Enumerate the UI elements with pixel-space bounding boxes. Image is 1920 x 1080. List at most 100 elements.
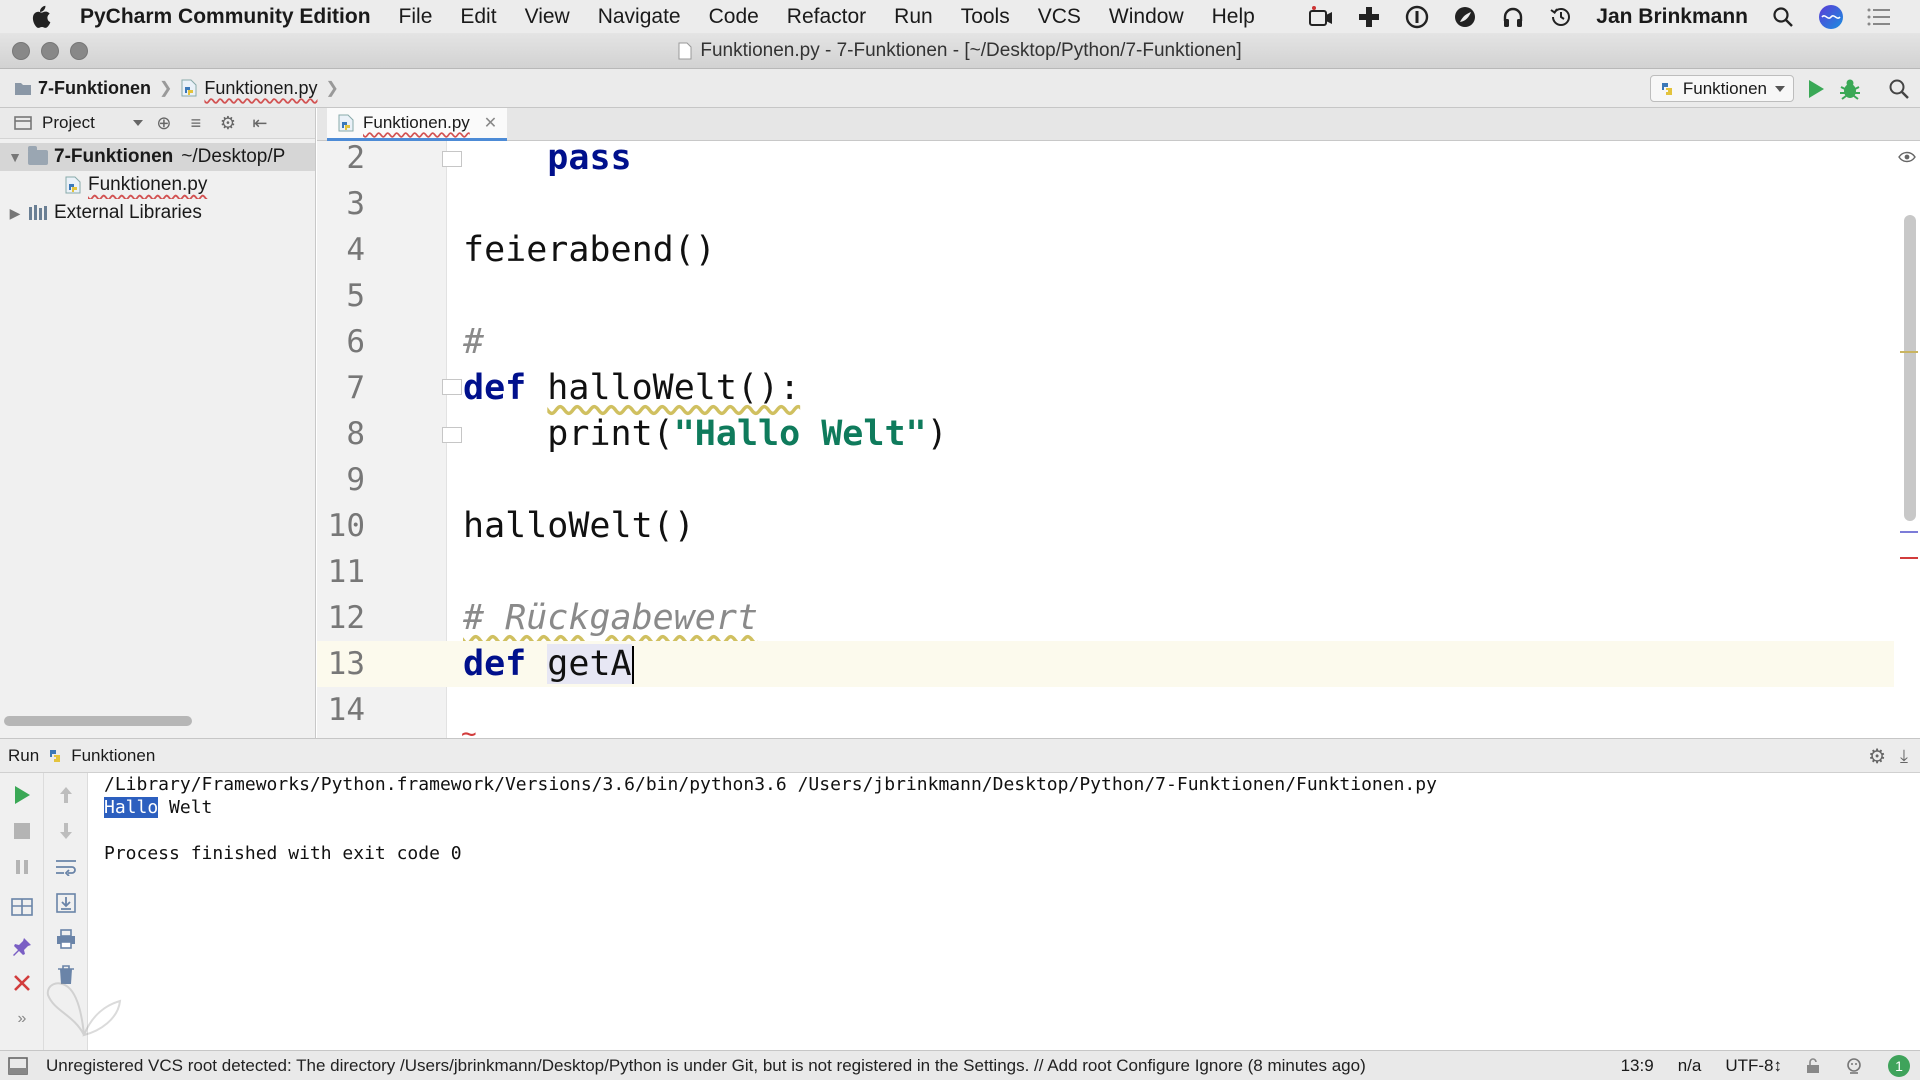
collapse-all-icon[interactable]: ≡ [185, 112, 207, 134]
menu-help[interactable]: Help [1198, 5, 1269, 29]
tab-funktionen-py[interactable]: Funktionen.py ✕ [327, 108, 508, 141]
pause-icon[interactable] [8, 853, 36, 881]
fold-marker[interactable] [442, 427, 462, 443]
gear-icon[interactable]: ⚙ [1868, 744, 1886, 769]
code-line[interactable]: 6 # [317, 319, 1920, 365]
hide-panel-icon[interactable]: ⇤ [249, 112, 271, 134]
console-output[interactable]: /Library/Frameworks/Python.framework/Ver… [104, 773, 1920, 1050]
run-configuration-label: Funktionen [1682, 78, 1767, 98]
menu-code[interactable]: Code [695, 5, 773, 29]
line-separator[interactable]: n/a [1678, 1056, 1702, 1076]
menu-tools[interactable]: Tools [947, 5, 1024, 29]
arrow-down-icon[interactable] [52, 817, 80, 845]
inspector-icon[interactable] [1844, 1056, 1864, 1076]
siri-icon[interactable] [1818, 4, 1844, 30]
password-manager-icon[interactable] [1404, 4, 1430, 30]
code-editor[interactable]: 2 pass 3 4 feierabend() 5 6 # 7 def hall… [317, 141, 1920, 738]
gear-icon[interactable]: ⚙ [217, 112, 239, 134]
keyword-pass: pass [547, 141, 632, 178]
menu-view[interactable]: View [511, 5, 584, 29]
run-config-name[interactable]: Funktionen [71, 746, 155, 766]
project-view-label[interactable]: Project [42, 113, 95, 133]
breadcrumb-project[interactable]: 7-Funktionen [14, 78, 151, 99]
expanded-arrow-icon[interactable]: ▼ [6, 149, 24, 165]
lock-icon[interactable] [1806, 1058, 1820, 1074]
warning-stripe-mark[interactable] [1900, 351, 1918, 353]
pin-icon[interactable] [8, 933, 36, 961]
code-line[interactable]: 14 [317, 687, 1920, 733]
chevron-down-icon [1775, 85, 1785, 93]
run-icon[interactable] [1806, 78, 1826, 100]
debug-icon[interactable] [1838, 77, 1862, 101]
user-name[interactable]: Jan Brinkmann [1596, 5, 1748, 29]
code-line[interactable]: 12 # Rückgabewert [317, 595, 1920, 641]
menu-window[interactable]: Window [1095, 5, 1198, 29]
menu-refactor[interactable]: Refactor [773, 5, 880, 29]
code-line[interactable]: 9 [317, 457, 1920, 503]
error-stripe[interactable] [1894, 141, 1920, 738]
vertical-scrollbar[interactable] [1904, 215, 1916, 521]
scroll-from-source-icon[interactable]: ⊕ [153, 112, 175, 134]
code-line[interactable]: 8 print("Hallo Welt") [317, 411, 1920, 457]
spotlight-search-icon[interactable] [1770, 4, 1796, 30]
tree-item-external-libraries[interactable]: ▶ External Libraries [0, 199, 315, 227]
usage-stripe-mark[interactable] [1900, 531, 1918, 533]
notification-center-icon[interactable] [1866, 4, 1892, 30]
file-encoding[interactable]: UTF-8↕ [1725, 1056, 1782, 1076]
code-comment: # [463, 322, 485, 362]
console-text: Welt [158, 797, 213, 818]
chevron-down-icon[interactable] [132, 119, 143, 127]
hide-panel-icon[interactable]: ⤓ [1900, 746, 1908, 767]
code-line[interactable]: 11 [317, 549, 1920, 595]
code-line[interactable]: 10 halloWelt() [317, 503, 1920, 549]
leaf-icon[interactable] [1452, 4, 1478, 30]
more-actions-icon[interactable]: » [8, 1005, 36, 1033]
code-line[interactable]: 4 feierabend() [317, 227, 1920, 273]
run-configuration-select[interactable]: Funktionen [1649, 75, 1794, 102]
collapsed-arrow-icon[interactable]: ▶ [6, 205, 24, 222]
arrow-up-icon[interactable] [52, 781, 80, 809]
breadcrumb-file[interactable]: Funktionen.py [180, 78, 317, 99]
apple-icon[interactable] [0, 5, 80, 29]
error-stripe-mark[interactable] [1900, 557, 1918, 559]
stop-icon[interactable] [8, 817, 36, 845]
keyword-def: def [463, 368, 527, 408]
video-recorder-icon[interactable] [1308, 4, 1334, 30]
search-everywhere-icon[interactable] [1888, 78, 1910, 100]
status-bar: Unregistered VCS root detected: The dire… [0, 1050, 1920, 1080]
time-machine-icon[interactable] [1548, 4, 1574, 30]
code-line[interactable]: 2 pass [317, 141, 1920, 181]
close-icon[interactable]: ✕ [484, 113, 497, 133]
fold-marker[interactable] [442, 379, 462, 395]
headphones-icon[interactable] [1500, 4, 1526, 30]
tool-windows-icon[interactable] [8, 1056, 28, 1076]
window-title-bar: Funktionen.py - 7-Funktionen - [~/Deskto… [0, 33, 1920, 69]
tree-item-file[interactable]: Funktionen.py [0, 171, 315, 199]
close-icon[interactable] [8, 969, 36, 997]
horizontal-scrollbar[interactable] [4, 716, 192, 726]
status-message[interactable]: Unregistered VCS root detected: The dire… [46, 1056, 1426, 1076]
code-line[interactable]: 7 def halloWelt(): [317, 365, 1920, 411]
app-name[interactable]: PyCharm Community Edition [80, 5, 371, 29]
soft-wrap-icon[interactable] [52, 853, 80, 881]
fold-marker[interactable] [442, 151, 462, 167]
caret-position[interactable]: 13:9 [1621, 1056, 1654, 1076]
scroll-to-end-icon[interactable] [52, 889, 80, 917]
menu-navigate[interactable]: Navigate [584, 5, 695, 29]
notifications-badge[interactable]: 1 [1888, 1055, 1910, 1077]
code-line-current[interactable]: 13 def getA [317, 641, 1920, 687]
menu-file[interactable]: File [385, 5, 447, 29]
menu-edit[interactable]: Edit [446, 5, 510, 29]
plus-cross-icon[interactable] [1356, 4, 1382, 30]
code-line[interactable]: 5 [317, 273, 1920, 319]
menu-run[interactable]: Run [880, 5, 947, 29]
eye-icon[interactable] [1898, 151, 1916, 163]
menu-vcs[interactable]: VCS [1024, 5, 1095, 29]
rerun-icon[interactable] [8, 781, 36, 809]
menu-bar-extras: Jan Brinkmann [1308, 0, 1892, 33]
print-icon[interactable] [52, 925, 80, 953]
code-line[interactable]: 3 [317, 181, 1920, 227]
tree-item-project-root[interactable]: ▼ 7-Funktionen ~/Desktop/P [0, 143, 315, 171]
restore-layout-icon[interactable] [8, 893, 36, 921]
